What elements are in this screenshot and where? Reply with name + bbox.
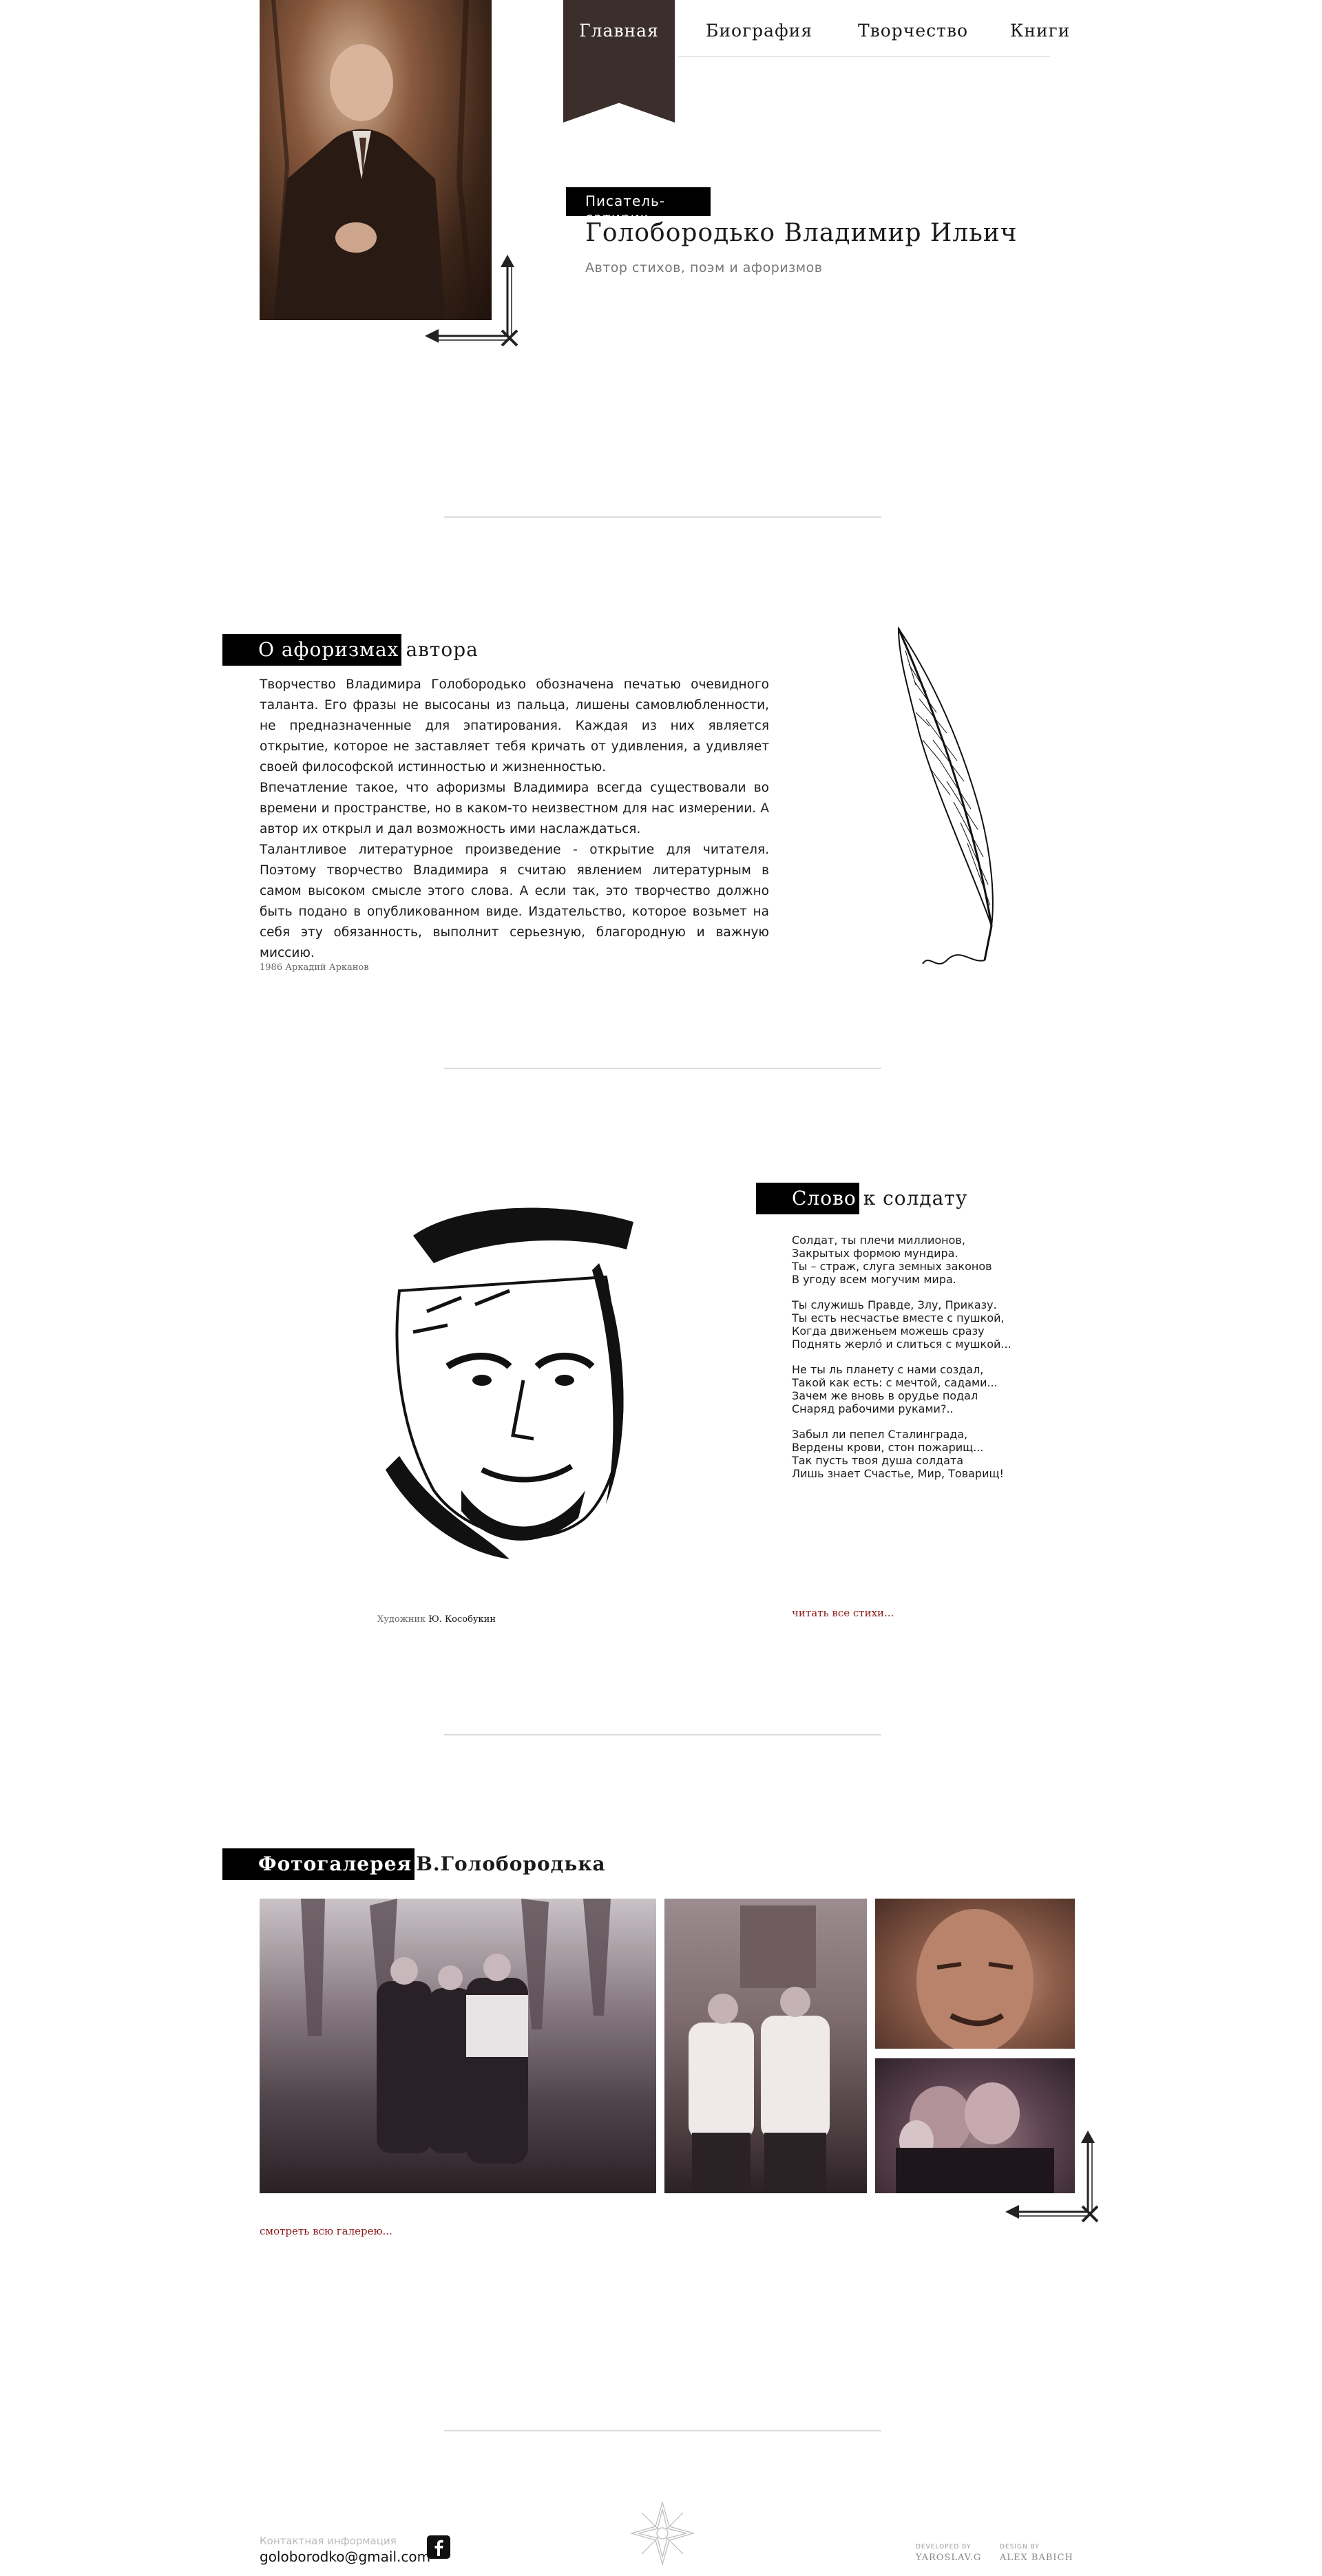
aphorisms-paragraph: Творчество Владимира Голобородько обозна…: [260, 677, 769, 774]
nav-item-books[interactable]: Книги: [1010, 21, 1070, 41]
feather-illustration: [895, 623, 1005, 974]
see-all-gallery-link[interactable]: смотреть всю галерею...: [260, 2225, 392, 2237]
poem-line: Не ты ль планету с нами создал,: [792, 1363, 984, 1376]
design-label: DESIGN BY: [1000, 2544, 1040, 2551]
aphorisms-heading-rest: автора: [406, 638, 479, 661]
poem-line: Так пусть твоя душа солдата: [792, 1454, 964, 1467]
artist-credit: Художник Ю. Кособукин: [377, 1614, 496, 1625]
corner-arrow-ornament: [425, 255, 518, 348]
poem-line: Снаряд рабочими руками?..: [792, 1402, 954, 1415]
author-tag: Писатель-сатирик: [566, 187, 711, 226]
gallery-heading: Фотогалерея В.Голобородька: [222, 1848, 606, 1880]
aphorisms-text: Творчество Владимира Голобородько обозна…: [260, 675, 769, 964]
poem-line: Ты служишь Правде, Злу, Приказу.: [792, 1298, 997, 1311]
poem-line: Ты есть несчастье вместе с пушкой,: [792, 1311, 1005, 1324]
gallery-photo[interactable]: [260, 1899, 656, 2193]
artist-name: Ю. Кособукин: [428, 1614, 496, 1625]
section-divider: [444, 2430, 881, 2431]
poem-line: Когда движеньем можешь сразу: [792, 1324, 985, 1338]
poem-line: Солдат, ты плечи миллионов,: [792, 1234, 965, 1247]
poem-heading-rest: к солдату: [863, 1187, 968, 1210]
floral-emblem-icon: [628, 2499, 697, 2568]
poem-line: В угоду всем могучим мира.: [792, 1273, 956, 1286]
aphorisms-paragraph: Впечатление такое, что афоризмы Владимир…: [260, 781, 769, 836]
poem-line: Забыл ли пепел Сталинграда,: [792, 1428, 968, 1441]
design-name: ALEX BABICH: [1000, 2553, 1073, 2563]
gallery-photo[interactable]: [875, 1899, 1075, 2049]
poem-line: Такой как есть: с мечтой, садами...: [792, 1376, 998, 1389]
facebook-icon[interactable]: [427, 2535, 450, 2559]
poem-line: Ты – страж, слуга земных законов: [792, 1260, 992, 1273]
section-divider: [444, 516, 881, 518]
poem-line: Поднять жерлó и слиться с мушкой...: [792, 1338, 1011, 1351]
contact-email[interactable]: goloborodko@gmail.com: [260, 2548, 430, 2565]
aphorisms-paragraph: Талантливое литературное произведение - …: [260, 843, 769, 960]
aphorisms-heading-highlight: О афоризмах: [222, 634, 402, 666]
gallery-heading-rest: В.Голобородька: [416, 1852, 606, 1875]
soldier-portrait-sketch: [372, 1194, 647, 1573]
aphorisms-heading: О афоризмах автора: [222, 634, 479, 666]
poem-heading-highlight: Слово: [756, 1183, 859, 1214]
artist-label: Художник: [377, 1614, 426, 1625]
poem-line: Вердены крови, стон пожарищ...: [792, 1441, 984, 1454]
poem-line: Лишь знает Счастье, Мир, Товарищ!: [792, 1467, 1004, 1480]
poem-text: Солдат, ты плечи миллионов, Закрытых фор…: [792, 1221, 1053, 1492]
read-all-poems-link[interactable]: читать все стихи...: [792, 1607, 894, 1619]
poem-line: Зачем же вновь в орудье подал: [792, 1389, 978, 1402]
aphorisms-signature: 1986 Аркадий Арканов: [260, 962, 369, 973]
contact-label: Контактная информация: [260, 2535, 397, 2547]
page-title: Голобородько Владимир Ильич: [585, 219, 1018, 247]
poem-heading: Слово к солдату: [756, 1183, 967, 1214]
page-subtitle: Автор стихов, поэм и афоризмов: [585, 260, 823, 275]
nav-item-biography[interactable]: Биография: [706, 21, 812, 41]
developed-name: YAROSLAV.G: [916, 2553, 982, 2563]
nav-active-ribbon: [563, 0, 675, 123]
corner-arrow-ornament: [1005, 2131, 1099, 2224]
gallery-photo[interactable]: [664, 1899, 867, 2193]
section-divider: [444, 1068, 881, 1069]
poem-line: Закрытых формою мундира.: [792, 1247, 958, 1260]
nav-underline: [678, 56, 1050, 57]
section-divider: [444, 1734, 881, 1735]
nav-item-works[interactable]: Творчество: [858, 21, 968, 41]
gallery-heading-highlight: Фотогалерея: [222, 1848, 415, 1880]
nav-item-home[interactable]: Главная: [563, 21, 675, 41]
developed-label: DEVELOPED BY: [916, 2544, 972, 2551]
